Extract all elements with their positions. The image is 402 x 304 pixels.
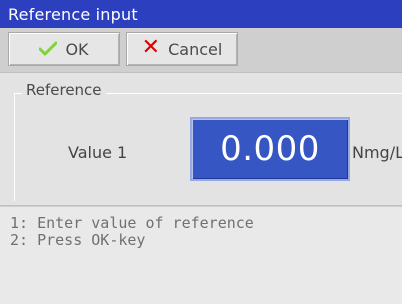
instruction-line-1: 1: Enter value of reference bbox=[10, 214, 254, 232]
reference-section: Reference Value 1 0.000 Nmg/L bbox=[0, 72, 402, 206]
reference-value-field[interactable]: 0.000 bbox=[190, 117, 350, 181]
ok-button-label: OK bbox=[65, 39, 89, 59]
reference-value-text: 0.000 bbox=[220, 129, 320, 169]
cancel-button-label: Cancel bbox=[168, 39, 223, 59]
window-title: Reference input bbox=[8, 4, 138, 24]
reference-section-title: Reference bbox=[22, 81, 106, 99]
value-1-label: Value 1 bbox=[68, 143, 128, 162]
x-mark-icon: ✕ bbox=[141, 35, 161, 60]
cancel-button[interactable]: ✕ Cancel bbox=[126, 32, 238, 66]
instruction-line-2: 2: Press OK-key bbox=[10, 231, 146, 250]
reference-input-screen: Reference input OK ✕ Cancel Reference Va… bbox=[0, 0, 402, 304]
unit-label: Nmg/L bbox=[352, 143, 402, 162]
ok-button[interactable]: OK bbox=[8, 32, 120, 66]
checkmark-icon bbox=[38, 41, 58, 57]
instructions-panel: 1: Enter value of reference 2: Press OK-… bbox=[0, 206, 402, 304]
toolbar: OK ✕ Cancel bbox=[8, 32, 238, 66]
window-titlebar: Reference input bbox=[0, 0, 402, 28]
